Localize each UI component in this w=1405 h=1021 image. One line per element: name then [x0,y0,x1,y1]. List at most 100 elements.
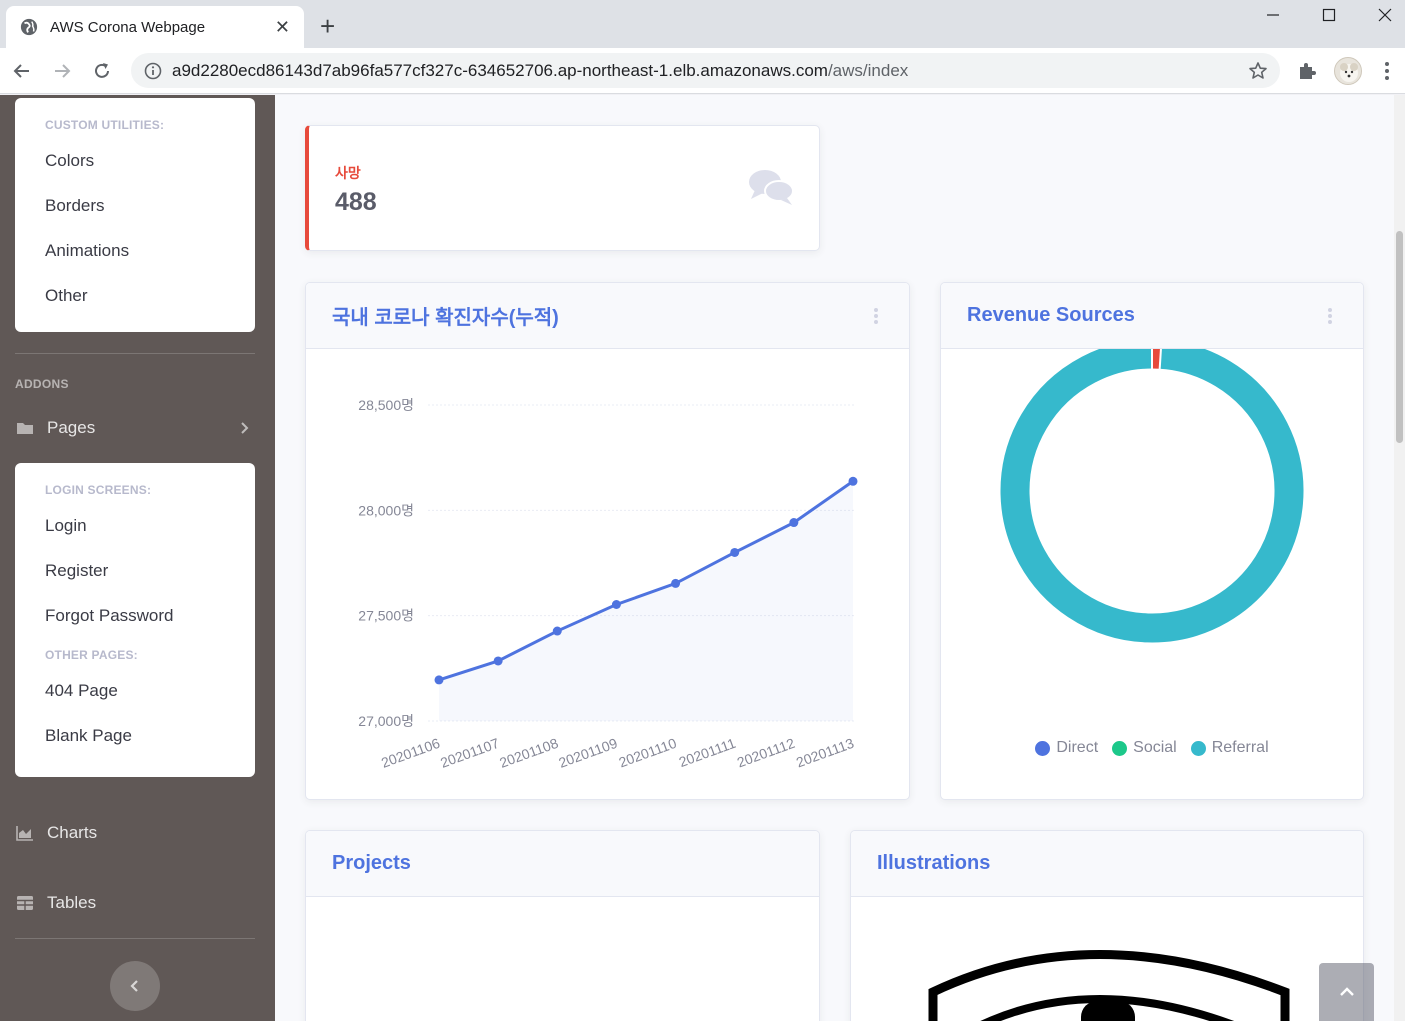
submenu-item-colors[interactable]: Colors [15,138,255,183]
card-header: Illustrations [851,831,1363,897]
deaths-stat-card: 사망 488 [305,125,820,251]
globe-icon [20,18,38,36]
area-fill [439,481,853,721]
area-chart: 27,000명27,500명28,000명28,500명202011062020… [358,397,858,771]
url-text: a9d2280ecd86143d7ab96fa577cf327c-6346527… [172,61,908,81]
sidebar-item-tables[interactable]: Tables [16,888,256,918]
pie-chart-card: Revenue Sources Direct Social Referral [940,282,1364,800]
y-tick-label: 28,000명 [358,502,414,518]
pie-chart-title: Revenue Sources [967,304,1135,326]
x-tick-label: 20201112 [735,735,797,771]
data-point [611,600,621,610]
data-point [434,675,444,685]
data-point [552,626,562,636]
illustration-image [928,950,1290,1021]
sidebar-item-pages[interactable]: Pages [16,413,256,443]
scroll-to-top-button[interactable] [1319,963,1374,1021]
tab-close-icon[interactable]: ✕ [275,18,290,36]
x-tick-label: 20201110 [617,735,679,771]
y-tick-label: 27,500명 [358,608,414,624]
submenu-item-animations[interactable]: Animations [15,228,255,273]
legend-item-referral[interactable]: Referral [1190,739,1269,757]
chevron-up-icon [1339,987,1354,996]
submenu-item-other[interactable]: Other [15,273,255,318]
sidebar-divider [15,353,255,354]
address-bar[interactable]: a9d2280ecd86143d7ab96fa577cf327c-6346527… [131,53,1280,88]
info-icon[interactable] [144,62,162,80]
legend-label: Referral [1211,739,1269,756]
projects-title: Projects [332,852,411,874]
browser-tabstrip: AWS Corona Webpage ✕ + [0,0,1405,48]
data-point [848,476,858,486]
utilities-submenu: CUSTOM UTILITIES: Colors Borders Animati… [15,98,255,332]
sidebar-item-label: Charts [47,823,98,842]
maximize-icon[interactable] [1301,0,1357,30]
card-header: 국내 코로나 확진자수(누적) [306,283,909,349]
submenu-item-borders[interactable]: Borders [15,183,255,228]
sidebar-item-charts[interactable]: Charts [16,818,256,848]
minimize-icon[interactable] [1245,0,1301,30]
extensions-puzzle-icon[interactable] [1296,60,1318,82]
projects-card: Projects [305,830,820,1021]
dropdown-menu-icon[interactable] [1327,307,1333,325]
submenu-item-404-page[interactable]: 404 Page [15,668,255,713]
url-host: a9d2280ecd86143d7ab96fa577cf327c-6346527… [172,60,828,80]
x-tick-label: 20201106 [379,735,442,771]
x-tick-label: 20201111 [677,735,738,770]
submenu-item-register[interactable]: Register [15,548,255,593]
new-tab-icon[interactable]: + [320,12,335,40]
sidebar: CUSTOM UTILITIES: Colors Borders Animati… [0,95,275,1021]
profile-avatar[interactable] [1334,57,1362,85]
main-content: 사망 488 국내 코로나 확진자수(누적) 27,000명 27,500명 28,… [275,95,1394,1021]
submenu-item-login[interactable]: Login [15,503,255,548]
y-tick-label: 28,500명 [358,397,414,413]
doughnut-chart [1000,349,1304,643]
stat-value: 488 [335,188,377,216]
legend-item-social[interactable]: Social [1112,739,1177,757]
sidebar-item-label: Pages [47,418,96,437]
bookmark-star-icon[interactable] [1248,61,1268,81]
data-point [730,547,740,557]
reload-icon[interactable] [89,58,115,84]
x-tick-label: 20201109 [556,735,619,771]
other-pages-header: OTHER PAGES: [45,648,138,662]
card-header: Revenue Sources [941,283,1363,349]
stat-label: 사망 [335,165,361,181]
sidebar-divider [15,938,255,939]
browser-tab[interactable]: AWS Corona Webpage ✕ [6,6,304,48]
utilities-submenu-header: CUSTOM UTILITIES: [45,118,165,132]
chevron-left-icon [130,980,138,992]
window-close-icon[interactable] [1357,0,1405,30]
page-scrollbar[interactable] [1394,95,1405,1021]
sidebar-heading-addons: ADDONS [15,377,69,391]
submenu-item-blank-page[interactable]: Blank Page [15,713,255,758]
pages-submenu: LOGIN SCREENS: Login Register Forgot Pas… [15,463,255,777]
data-point [789,518,799,528]
scrollbar-thumb[interactable] [1396,231,1403,443]
table-icon [17,896,33,910]
x-tick-label: 20201107 [438,735,501,771]
chevron-right-icon [241,422,249,434]
forward-arrow-icon[interactable] [49,58,75,84]
legend-dot [1112,740,1128,756]
area-chart-icon [16,826,33,841]
legend-item-direct[interactable]: Direct [1035,739,1098,757]
url-path: /aws/index [827,60,909,80]
browser-menu-icon[interactable] [1380,60,1394,82]
data-point [671,578,681,588]
legend-label: Social [1133,739,1177,756]
pie-legend: Direct Social Referral [941,739,1363,757]
login-screens-header: LOGIN SCREENS: [45,483,152,497]
card-header: Projects [306,831,819,897]
dropdown-menu-icon[interactable] [873,307,879,325]
submenu-item-forgot-password[interactable]: Forgot Password [15,593,255,638]
legend-label: Direct [1056,739,1099,756]
back-arrow-icon[interactable] [9,58,35,84]
y-tick-label: 27,000명 [358,713,414,729]
tab-title: AWS Corona Webpage [50,18,206,36]
data-point [493,656,503,666]
sidebar-toggle-button[interactable] [110,961,160,1011]
doughnut-slice-referral [1000,349,1304,643]
x-tick-label: 20201108 [497,735,560,771]
comments-icon [749,170,794,205]
